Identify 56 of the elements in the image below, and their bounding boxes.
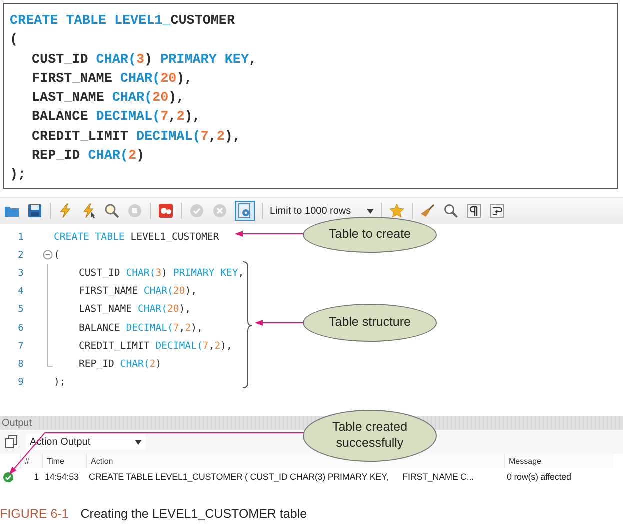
column-header[interactable]: Action (86, 454, 504, 468)
line-number: 3 (17, 268, 25, 279)
code-line: ); (10, 167, 26, 186)
code-line: BALANCE DECIMAL(7,2), (32, 109, 201, 128)
code-line: FIRST_NAME CHAR(20), (32, 70, 193, 89)
code-line: CUST_ID CHAR(3) PRIMARY KEY, (79, 268, 244, 279)
line-number: 6 (17, 322, 25, 334)
star-icon[interactable] (389, 203, 405, 219)
code-line: ( (10, 32, 18, 50)
line-number: 1 (17, 232, 25, 243)
column-header[interactable]: Time (42, 454, 86, 468)
figure-label: FIGURE 6-1 (0, 507, 69, 521)
caret-icon (135, 440, 142, 444)
wrap-icon[interactable] (489, 203, 505, 219)
code-line: REP_ID CHAR(2) (79, 358, 162, 370)
line-number: 2 (17, 250, 25, 261)
code-line: CREATE TABLE LEVEL1_CUSTOMER (10, 13, 236, 31)
pointer-arrow (235, 231, 304, 237)
pointer-arrow (255, 320, 304, 326)
line-number: 9 (17, 377, 25, 388)
code-line: CREATE TABLE LEVEL1_CUSTOMER (54, 232, 220, 243)
panel-title: Output (0, 418, 36, 428)
check-icon[interactable] (189, 203, 205, 219)
code-line: LAST_NAME CHAR(20), (79, 304, 192, 316)
table-cell-text: CREATE TABLE LEVEL1_CUSTOMER ( CUST_ID CHAR(3) PRIMARY KEY, FIRST_NAME C... (88, 471, 475, 484)
callout: Table to create (303, 217, 437, 253)
fold-toggle-icon[interactable] (43, 250, 53, 260)
callout: Table structure (303, 304, 437, 342)
caret-icon (367, 208, 374, 214)
code-line: REP_ID CHAR(2) (32, 148, 145, 166)
lightning-cursor-icon[interactable] (81, 203, 97, 219)
line-number: 5 (17, 304, 25, 316)
pilcrow-icon[interactable] (466, 203, 482, 219)
broom-icon[interactable] (420, 203, 436, 219)
figure-caption: Creating the LEVEL1_CUSTOMER table (80, 507, 308, 521)
code-line: FIRST_NAME CHAR(20), (79, 286, 197, 298)
code-line: LAST_NAME CHAR(20), (32, 90, 185, 108)
save-icon[interactable] (27, 203, 43, 219)
table-cell-text: 14:54:53 (44, 471, 80, 484)
code-line: CREDIT_LIMIT DECIMAL(7,2), (32, 128, 241, 147)
table-cell-text: 1 (33, 471, 40, 484)
code-line: CUST_ID CHAR(3) PRIMARY KEY, (32, 52, 258, 70)
code-line: ( (54, 250, 60, 261)
search-icon[interactable] (443, 203, 459, 219)
column-header[interactable]: Message (504, 454, 614, 468)
copy-icon[interactable] (4, 434, 20, 450)
line-number: 7 (17, 340, 25, 352)
code-line: CREDIT_LIMIT DECIMAL(7,2), (79, 340, 232, 352)
table-cell-text: 0 row(s) affected (506, 471, 572, 484)
magnifier-icon[interactable] (104, 203, 120, 219)
line-number: 4 (17, 286, 25, 298)
line-number: 8 (17, 358, 25, 370)
column-header[interactable]: # (20, 454, 42, 468)
code-line: ); (54, 377, 66, 388)
code-line: BALANCE DECIMAL(7,2), (79, 322, 203, 334)
limit-dropdown[interactable]: Limit to 1000 rows (270, 202, 374, 220)
